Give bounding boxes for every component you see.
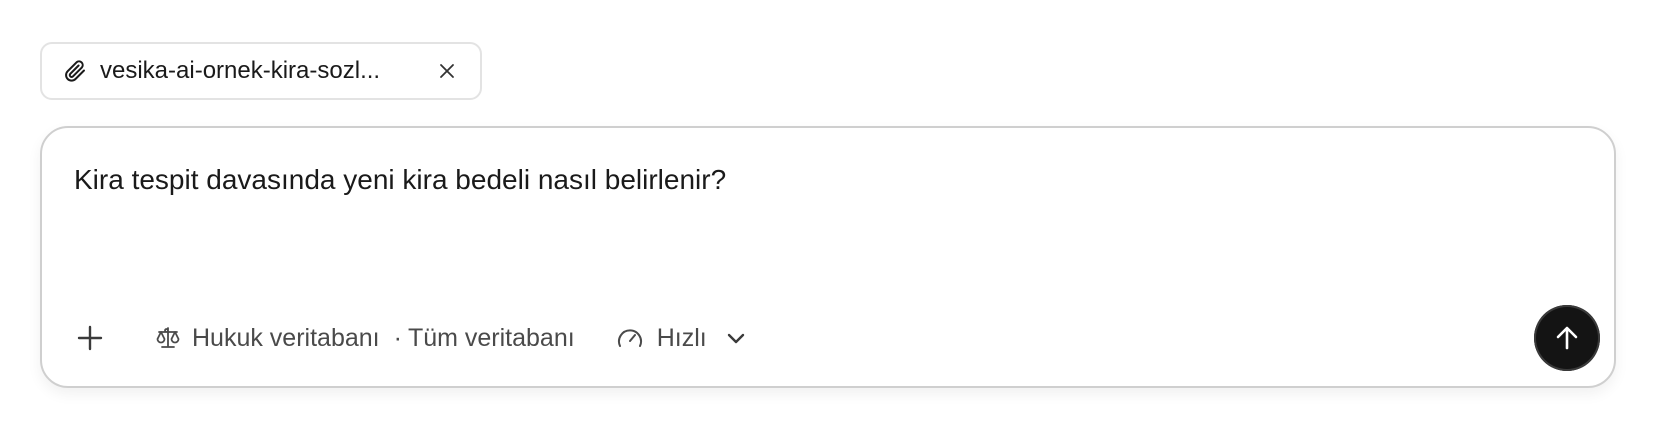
chat-input-area: vesika-ai-ornek-kira-sozl... Kira tespit…	[0, 0, 1656, 428]
composer-toolbar: Hukuk veritabanı · Tüm veritabanı Hızlı	[72, 304, 1600, 372]
database-separator: ·	[393, 323, 402, 352]
speed-mode-dropdown[interactable]: Hızlı	[615, 323, 749, 353]
paperclip-icon	[62, 58, 88, 84]
scale-icon	[154, 324, 182, 352]
plus-icon[interactable]	[72, 320, 108, 356]
attachment-filename: vesika-ai-ornek-kira-sozl...	[100, 57, 381, 84]
attachment-chip[interactable]: vesika-ai-ornek-kira-sozl...	[40, 42, 482, 100]
arrow-up-icon	[1553, 324, 1581, 352]
speed-label: Hızlı	[656, 323, 707, 352]
database-selector-button[interactable]: Hukuk veritabanı · Tüm veritabanı	[154, 324, 575, 353]
database-scope: Tüm veritabanı	[407, 323, 575, 352]
prompt-input[interactable]: Kira tespit davasında yeni kira bedeli n…	[74, 162, 1574, 198]
send-button[interactable]	[1534, 305, 1600, 371]
database-label: Hukuk veritabanı	[192, 323, 380, 352]
chevron-down-icon	[723, 325, 749, 351]
gauge-icon	[615, 323, 645, 353]
message-composer: Kira tespit davasında yeni kira bedeli n…	[40, 126, 1616, 388]
close-icon[interactable]	[434, 58, 460, 84]
